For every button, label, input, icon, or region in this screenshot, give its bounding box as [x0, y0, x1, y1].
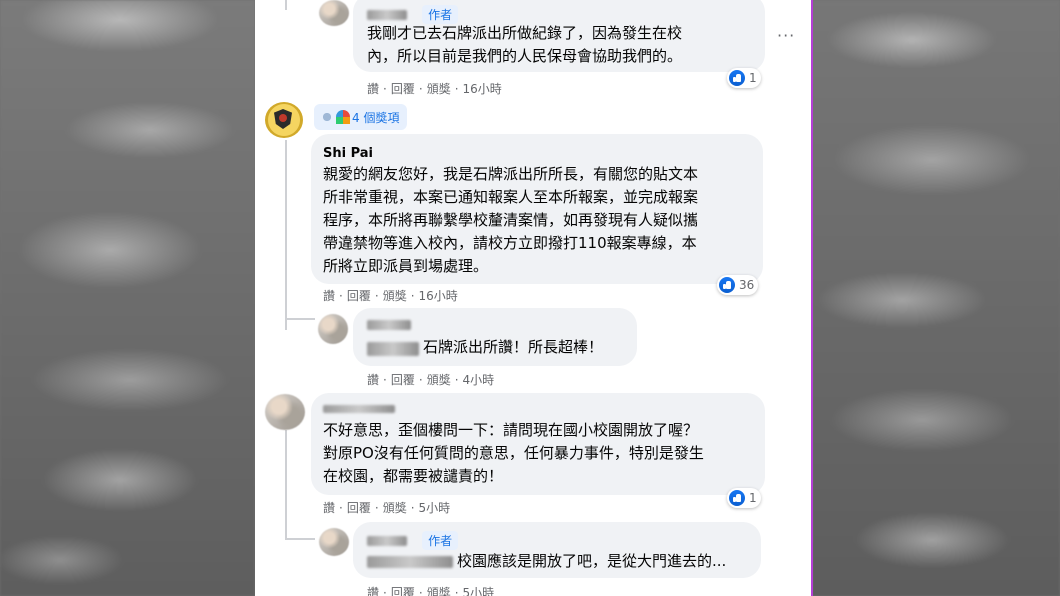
comment-text-line: 對原PO沒有任何質問的意思，任何暴力事件，特別是發生	[323, 444, 704, 462]
comment-bubble: 作者 校園應該是開放了吧，是從大門進去的...	[353, 522, 761, 578]
blurred-username[interactable]	[367, 320, 411, 330]
reaction-number: 1	[749, 71, 757, 85]
comment-text-line: 帶違禁物等進入校內，請校方立即撥打110報案專線，本	[323, 234, 697, 252]
blurred-background-right	[812, 0, 1060, 596]
thread-line	[285, 140, 287, 330]
comment-text-line: 我剛才已去石牌派出所做紀錄了，因為發生在校	[367, 24, 683, 42]
award-button[interactable]: 頒獎	[427, 586, 451, 596]
comment-actions: 讚 · 回覆 · 頒獎 · 5小時	[367, 584, 494, 596]
award-button[interactable]: 頒獎	[383, 289, 407, 303]
comment-text-line: 內，所以目前是我們的人民保母會協助我們的。	[367, 47, 683, 65]
police-avatar[interactable]	[265, 102, 303, 138]
comment-text: 校園應該是開放了吧，是從大門進去的...	[457, 552, 727, 570]
author-badge: 作者	[422, 531, 459, 550]
like-button[interactable]: 讚	[367, 586, 379, 596]
comment-thread: 作者 我剛才已去石牌派出所做紀錄了，因為發生在校 內，所以目前是我們的人民保母會…	[255, 0, 811, 596]
reply-button[interactable]: 回覆	[391, 373, 415, 387]
blurred-mention[interactable]	[367, 556, 453, 568]
comment-actions: 讚 · 回覆 · 頒獎 · 4小時	[367, 373, 495, 387]
like-icon	[729, 490, 745, 506]
like-button[interactable]: 讚	[323, 501, 335, 515]
comment-bubble: Shi Pai 親愛的網友您好，我是石牌派出所所長，有關您的貼文本 所非常重視，…	[311, 134, 763, 284]
reply-button[interactable]: 回覆	[347, 501, 371, 515]
comment-text-line: 不好意思，歪個樓問一下：請問現在國小校園開放了喔？	[323, 421, 699, 439]
blurred-background-left	[0, 0, 255, 596]
like-button[interactable]: 讚	[367, 373, 379, 387]
comment-text-line: 程序，本所將再聯繫學校釐清案情，如再發現有人疑似攜	[323, 211, 699, 229]
award-icon	[320, 110, 334, 124]
award-button[interactable]: 頒獎	[427, 373, 451, 387]
panel-edge	[811, 0, 813, 596]
reply-button[interactable]: 回覆	[391, 586, 415, 596]
award-button[interactable]: 頒獎	[383, 501, 407, 515]
avatar[interactable]	[318, 314, 348, 344]
blurred-username[interactable]	[323, 405, 395, 413]
like-icon	[719, 277, 735, 293]
comment-bubble: 不好意思，歪個樓問一下：請問現在國小校園開放了喔？ 對原PO沒有任何質問的意思，…	[311, 393, 765, 495]
like-button[interactable]: 讚	[323, 289, 335, 303]
rainbow-award-icon	[336, 110, 350, 124]
reaction-number: 1	[749, 491, 757, 505]
awards-badge[interactable]: 4 個獎項	[314, 104, 408, 130]
more-options-icon[interactable]: ···	[777, 26, 795, 45]
blurred-username[interactable]	[367, 535, 407, 546]
comment-text-line: 所非常重視，本案已通知報案人至本所報案，並完成報案	[323, 188, 699, 206]
comment-actions: 讚 · 回覆 · 頒獎 · 5小時	[323, 501, 451, 515]
comment-text-line: 所將立即派員到場處理。	[323, 257, 489, 275]
timestamp[interactable]: 16小時	[419, 289, 458, 303]
timestamp[interactable]: 4小時	[463, 373, 495, 387]
reply-button[interactable]: 回覆	[391, 82, 415, 96]
like-button[interactable]: 讚	[367, 82, 379, 96]
comment-bubble: 作者 我剛才已去石牌派出所做紀錄了，因為發生在校 內，所以目前是我們的人民保母會…	[353, 0, 765, 72]
reaction-count[interactable]: 36	[717, 275, 759, 295]
police-badge-icon	[274, 109, 292, 129]
commenter-name[interactable]: Shi Pai	[323, 146, 373, 161]
awards-count: 4 個獎項	[352, 110, 400, 125]
comment-text: 我剛才已去石牌派出所做紀錄了，因為發生在校 內，所以目前是我們的人民保母會協助我…	[367, 22, 759, 68]
comment-text: 親愛的網友您好，我是石牌派出所所長，有關您的貼文本 所非常重視，本案已通知報案人…	[323, 163, 759, 278]
comment-text: 不好意思，歪個樓問一下：請問現在國小校園開放了喔？ 對原PO沒有任何質問的意思，…	[323, 419, 763, 488]
comment-header: 作者	[367, 4, 459, 24]
comment-text: 石牌派出所讚！所長超棒！	[423, 338, 604, 356]
thread-line	[285, 538, 315, 540]
reaction-number: 36	[739, 278, 755, 292]
timestamp[interactable]: 16小時	[463, 82, 502, 96]
timestamp[interactable]: 5小時	[463, 586, 495, 596]
thread-line	[285, 318, 315, 320]
blurred-username[interactable]	[367, 9, 407, 20]
comment-text-line: 在校園，都需要被譴責的！	[323, 467, 504, 485]
avatar[interactable]	[265, 394, 305, 430]
comment-actions: 讚 · 回覆 · 頒獎 · 16小時	[367, 82, 502, 96]
timestamp[interactable]: 5小時	[419, 501, 451, 515]
comment-text-line: 親愛的網友您好，我是石牌派出所所長，有關您的貼文本	[323, 165, 699, 183]
comment-bubble: 石牌派出所讚！所長超棒！	[353, 308, 637, 366]
comment-actions: 讚 · 回覆 · 頒獎 · 16小時	[323, 289, 458, 303]
like-icon	[729, 70, 745, 86]
reaction-count[interactable]: 1	[727, 68, 761, 88]
reply-button[interactable]: 回覆	[347, 289, 371, 303]
thread-line	[285, 430, 287, 540]
avatar[interactable]	[319, 0, 349, 26]
avatar[interactable]	[319, 528, 349, 556]
blurred-mention[interactable]	[367, 342, 419, 356]
award-button[interactable]: 頒獎	[427, 82, 451, 96]
comment-header: 作者	[367, 530, 459, 550]
reaction-count[interactable]: 1	[727, 488, 761, 508]
thread-line	[285, 0, 287, 10]
